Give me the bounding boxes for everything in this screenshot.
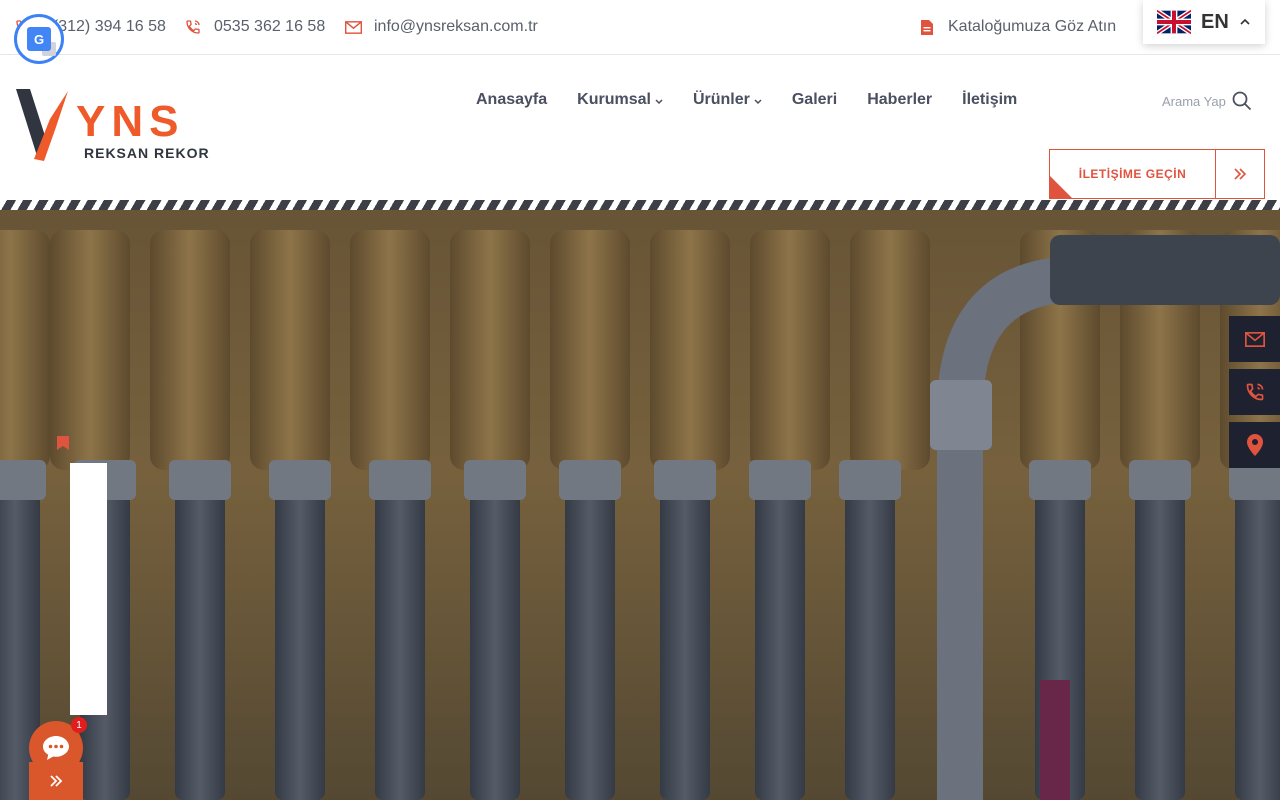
nav-corporate-label: Kurumsal [577, 91, 651, 108]
phone-icon [184, 18, 202, 36]
logo-text: YNS [76, 97, 185, 146]
site-logo[interactable]: YNS REKSAN REKOR [16, 89, 242, 165]
chevron-up-icon [1240, 18, 1250, 25]
floating-mail-button[interactable] [1229, 316, 1280, 362]
hero-overlay [0, 210, 1280, 800]
contact-cta-button[interactable]: İLETİŞİME GEÇİN [1049, 149, 1265, 199]
hero-stripe-divider [0, 200, 1280, 210]
logo-mark [16, 89, 68, 161]
top-bar: 0(312) 394 16 58 0535 362 16 58 info@yns… [0, 0, 1280, 55]
phone-link-2[interactable]: 0535 362 16 58 [184, 17, 325, 37]
nav-products[interactable]: Ürünler [693, 91, 762, 109]
bookmark-icon [57, 436, 69, 450]
search-label: Arama Yap [1162, 93, 1226, 109]
location-icon [1246, 434, 1263, 456]
chat-bubble-icon [43, 736, 69, 760]
language-selector[interactable]: EN [1143, 0, 1265, 44]
nav-products-label: Ürünler [692, 91, 750, 108]
cta-label: İLETİŞİME GEÇİN [1078, 167, 1187, 181]
nav-contact-label: İletişim [962, 91, 1018, 108]
chat-notification-badge: 1 [71, 717, 87, 733]
email-address: info@ynsreksan.com.tr [374, 18, 538, 35]
email-link[interactable]: info@ynsreksan.com.tr [344, 17, 538, 37]
nav-home-label: Anasayfa [476, 91, 548, 108]
hero-slider [0, 200, 1280, 800]
double-chevron-right-icon [1216, 150, 1264, 198]
logo-tagline: REKSAN REKOR [84, 145, 210, 161]
nav-gallery[interactable]: Galeri [792, 91, 837, 109]
search-icon [1232, 91, 1251, 111]
search-toggle[interactable]: Arama Yap [1162, 91, 1252, 111]
mail-icon [1244, 331, 1265, 347]
floating-location-button[interactable] [1229, 422, 1280, 468]
slider-caption-bar [70, 463, 107, 715]
chevron-down-icon [754, 98, 762, 104]
nav-news-label: Haberler [867, 91, 933, 108]
mail-icon [344, 18, 362, 36]
phone-icon [1246, 383, 1263, 401]
nav-news[interactable]: Haberler [867, 91, 932, 109]
cta-corner-accent [1050, 176, 1072, 198]
chevron-down-icon [655, 98, 663, 104]
catalog-link[interactable]: Kataloğumuza Göz Atın [918, 17, 1116, 37]
google-translate-button[interactable]: G [14, 14, 64, 64]
nav-gallery-label: Galeri [791, 91, 838, 108]
catalog-label: Kataloğumuza Göz Atın [948, 18, 1117, 35]
nav-corporate[interactable]: Kurumsal [577, 91, 663, 109]
uk-flag-icon [1157, 10, 1191, 34]
floating-phone-button[interactable] [1229, 369, 1280, 415]
phone-number-2: 0535 362 16 58 [214, 18, 326, 35]
main-navigation: Anasayfa Kurumsal Ürünler Galeri Haberle… [476, 91, 1047, 109]
translate-icon: G [27, 27, 56, 56]
language-code: EN [1201, 10, 1229, 33]
nav-contact[interactable]: İletişim [962, 91, 1017, 109]
double-chevron-right-icon [50, 775, 63, 787]
nav-home[interactable]: Anasayfa [476, 91, 547, 109]
site-header: YNS REKSAN REKOR Anasayfa Kurumsal Ürünl… [0, 55, 1280, 200]
document-icon [918, 18, 936, 36]
